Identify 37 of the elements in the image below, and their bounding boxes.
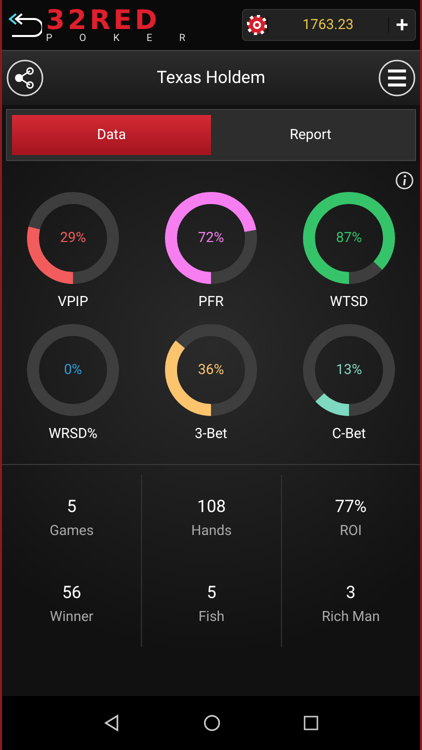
stat-label: ROI bbox=[340, 523, 362, 539]
ring-value: 13% bbox=[336, 362, 362, 378]
stat-value: 77% bbox=[335, 497, 367, 517]
ring-label: PFR bbox=[198, 294, 224, 310]
logo-subtext: POKER bbox=[46, 34, 214, 44]
ring-value: 29% bbox=[60, 230, 86, 246]
back-nav-icon[interactable] bbox=[103, 714, 121, 732]
stat-label: Winner bbox=[50, 609, 94, 625]
ring-value: 36% bbox=[198, 362, 224, 378]
ring-label: VPIP bbox=[58, 294, 88, 310]
stat-label: Rich Man bbox=[322, 609, 380, 625]
ring-label: C-Bet bbox=[332, 426, 366, 442]
info-icon[interactable] bbox=[395, 171, 414, 190]
screen-title: Texas Holdem bbox=[156, 68, 266, 88]
ring-label: 3-Bet bbox=[194, 426, 228, 442]
balance-amount: 1763.23 bbox=[267, 17, 389, 33]
ring-label: WRSD% bbox=[48, 426, 98, 442]
stat-value: 5 bbox=[66, 497, 76, 517]
stat-value: 5 bbox=[206, 583, 216, 603]
stat-label: Games bbox=[50, 523, 94, 539]
share-icon[interactable] bbox=[6, 59, 44, 97]
home-nav-icon[interactable] bbox=[203, 714, 221, 732]
menu-icon[interactable] bbox=[378, 59, 416, 97]
add-funds-button[interactable]: + bbox=[389, 14, 415, 36]
stat-value: 56 bbox=[62, 583, 82, 603]
stat-label: Hands bbox=[191, 523, 232, 539]
stat-value: 108 bbox=[197, 497, 226, 517]
tab[interactable]: Data bbox=[12, 115, 211, 155]
recents-nav-icon[interactable] bbox=[303, 715, 319, 731]
stat-label: Fish bbox=[198, 609, 225, 625]
ring-value: 72% bbox=[198, 230, 224, 246]
stat-value: 3 bbox=[346, 583, 356, 603]
chip-icon bbox=[247, 15, 267, 35]
logo-text: 32RED bbox=[46, 6, 160, 34]
ring-value: 87% bbox=[336, 230, 362, 246]
ring-value: 0% bbox=[64, 362, 82, 378]
ring-label: WTSD bbox=[330, 294, 368, 310]
